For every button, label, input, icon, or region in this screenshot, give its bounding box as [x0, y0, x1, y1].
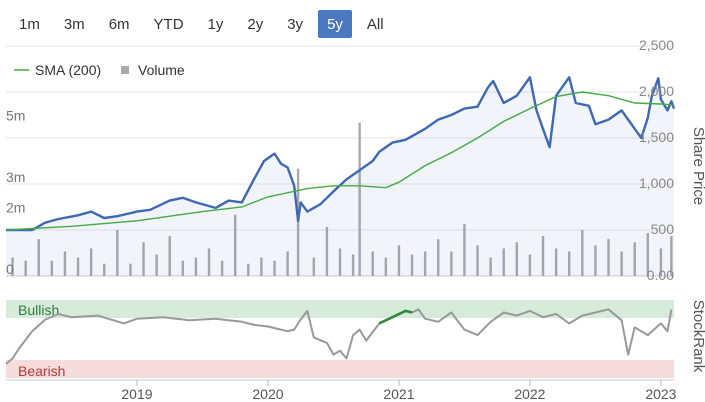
price-area	[6, 77, 674, 276]
time-tick-label: 2020	[252, 386, 283, 402]
price-tick-label: 1,000	[639, 175, 674, 191]
price-tick-label: 2,000	[639, 83, 674, 99]
volume-tick-label: 5m	[6, 108, 25, 124]
legend-volume-swatch	[121, 66, 129, 74]
stockrank-axis-title: StockRank	[690, 300, 705, 373]
legend-sma-label: SMA (200)	[35, 62, 101, 78]
bearish-label: Bearish	[18, 363, 65, 379]
volume-tick-label: 2m	[6, 200, 25, 216]
legend-volume-label: Volume	[138, 62, 185, 78]
time-tick-label: 2021	[383, 386, 414, 402]
time-tick-label: 2023	[645, 386, 676, 402]
time-tick-label: 2022	[514, 386, 545, 402]
volume-tick-label: 0	[6, 261, 14, 277]
price-tick-label: 1,500	[639, 129, 674, 145]
price-axis-title: Share Price	[690, 127, 705, 205]
chart: 2,500 2,000 1,500 1,000 500 0.00 5m 3m 2m 0 Share …	[5, 37, 705, 402]
price-tick-label: 500	[651, 221, 675, 237]
price-tick-label: 0.00	[647, 267, 674, 283]
bearish-zone	[6, 360, 674, 378]
price-tick-label: 2,500	[639, 37, 674, 53]
bullish-zone	[6, 300, 674, 318]
volume-tick-label: 3m	[6, 169, 25, 185]
time-tick-label: 2019	[121, 386, 152, 402]
